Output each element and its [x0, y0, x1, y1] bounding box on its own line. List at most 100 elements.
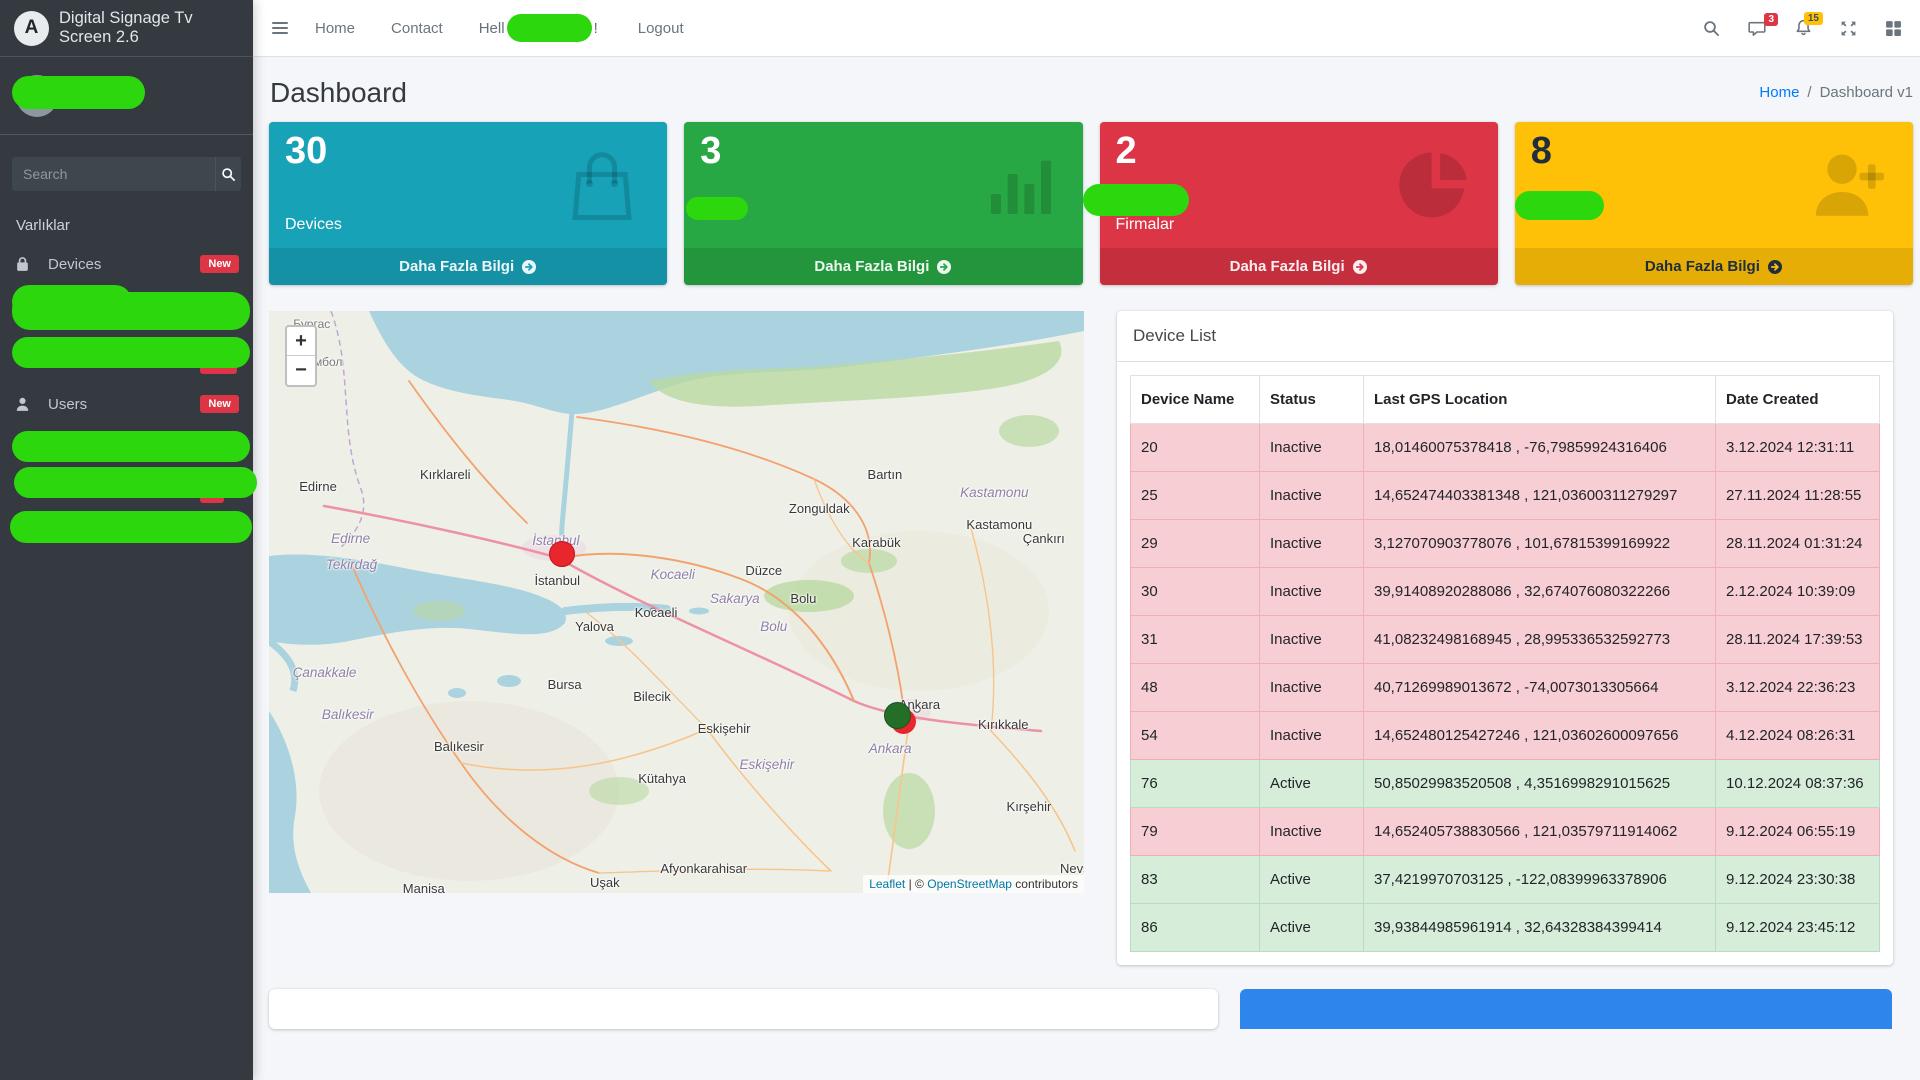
device-name-cell: 29	[1131, 520, 1260, 568]
gps-cell: 40,71269989013672 , -74,0073013305664	[1364, 664, 1716, 712]
table-row: 30Inactive39,91408920288086 , 32,6740760…	[1131, 568, 1880, 616]
date-cell: 9.12.2024 23:30:38	[1716, 856, 1880, 904]
redaction-blob	[12, 76, 145, 109]
redaction-blob	[12, 292, 250, 330]
status-cell: Active	[1260, 760, 1364, 808]
sidebar-item-label: Users	[48, 396, 87, 413]
date-cell: 4.12.2024 08:26:31	[1716, 712, 1880, 760]
map-label: Kocaeli	[651, 567, 695, 582]
gps-cell: 37,4219970703125 , -122,08399963378906	[1364, 856, 1716, 904]
gps-cell: 14,652474403381348 , 121,03600311279297	[1364, 472, 1716, 520]
more-info-link[interactable]: Daha Fazla Bilgi	[684, 248, 1082, 285]
map-label: Karabük	[852, 535, 900, 550]
gps-cell: 3,127070903778076 , 101,67815399169922	[1364, 520, 1716, 568]
table-row: 76Active50,85029983520508 , 4,3516998291…	[1131, 760, 1880, 808]
map-label: Manisa	[403, 881, 445, 893]
fullscreen-icon[interactable]	[1840, 20, 1857, 37]
nav-link-logout[interactable]: Logout	[638, 20, 684, 37]
lock-icon	[14, 256, 38, 273]
gps-cell: 39,91408920288086 , 32,674076080322266	[1364, 568, 1716, 616]
gps-cell: 14,652405738830566 , 121,03579711914062	[1364, 808, 1716, 856]
top-navbar: Home Contact Hell ! Logout 3 15	[253, 0, 1920, 57]
map-attribution: Leaflet | © OpenStreetMap contributors	[863, 875, 1084, 893]
status-cell: Inactive	[1260, 664, 1364, 712]
arrow-circle-right-icon	[1767, 259, 1783, 275]
sidebar-item-devices[interactable]: Devices New	[0, 244, 253, 284]
sidebar-item-users[interactable]: Users New	[0, 384, 253, 424]
greeting-prefix: Hell	[479, 20, 505, 37]
breadcrumb-home-link[interactable]: Home	[1759, 84, 1799, 101]
person-plus-icon	[1807, 144, 1891, 228]
nav-link-home[interactable]: Home	[315, 20, 355, 37]
brand-logo-icon: A	[14, 11, 49, 46]
map-label: Nevş	[1060, 861, 1084, 876]
sidebar-item-label: Devices	[48, 256, 101, 273]
openstreetmap-link[interactable]: OpenStreetMap	[927, 877, 1012, 891]
gps-cell: 50,85029983520508 , 4,3516998291015625	[1364, 760, 1716, 808]
table-row: 83Active37,4219970703125 , -122,08399963…	[1131, 856, 1880, 904]
col-date: Date Created	[1716, 376, 1880, 424]
nav-greeting: Hell !	[479, 14, 598, 42]
bottom-card-right-header	[1240, 989, 1892, 1029]
nav-link-contact[interactable]: Contact	[391, 20, 443, 37]
info-boxes-row: 30 Devices Daha Fazla Bilgi 3 Daha Fazla…	[253, 122, 1920, 285]
device-table-body: 20Inactive18,01460075378418 , -76,798599…	[1131, 424, 1880, 952]
zoom-in-button[interactable]: +	[287, 327, 315, 356]
more-info-label: Daha Fazla Bilgi	[399, 258, 514, 275]
more-info-label: Daha Fazla Bilgi	[1645, 258, 1760, 275]
navbar-right-icons: 3 15	[1703, 19, 1902, 37]
device-name-cell: 25	[1131, 472, 1260, 520]
map-label: Bolu	[790, 591, 816, 606]
map-label: Sakarya	[710, 591, 760, 606]
search-button[interactable]	[215, 157, 241, 191]
device-name-cell: 30	[1131, 568, 1260, 616]
arrow-circle-right-icon	[936, 259, 952, 275]
content-header: Dashboard Home / Dashboard v1	[253, 57, 1920, 122]
new-badge: New	[200, 395, 239, 413]
status-cell: Inactive	[1260, 712, 1364, 760]
device-name-cell: 83	[1131, 856, 1260, 904]
map-marker-ankara[interactable]	[884, 702, 911, 729]
redaction-blob	[1083, 184, 1189, 216]
device-name-cell: 86	[1131, 904, 1260, 952]
map-label: Düzce	[745, 563, 782, 578]
status-cell: Inactive	[1260, 808, 1364, 856]
messages-icon[interactable]: 3	[1748, 20, 1767, 37]
table-row: 25Inactive14,652474403381348 , 121,03600…	[1131, 472, 1880, 520]
date-cell: 27.11.2024 11:28:55	[1716, 472, 1880, 520]
more-info-link[interactable]: Daha Fazla Bilgi	[1100, 248, 1498, 285]
status-cell: Inactive	[1260, 472, 1364, 520]
date-cell: 28.11.2024 01:31:24	[1716, 520, 1880, 568]
status-cell: Inactive	[1260, 424, 1364, 472]
map-marker-istanbul[interactable]	[549, 541, 575, 567]
bottom-card-left	[269, 989, 1218, 1029]
new-badge: New	[200, 255, 239, 273]
map-label: İstanbul	[534, 573, 580, 588]
grid-menu-icon[interactable]	[1885, 20, 1902, 37]
status-cell: Inactive	[1260, 568, 1364, 616]
date-cell: 28.11.2024 17:39:53	[1716, 616, 1880, 664]
attribution-contributors: contributors	[1015, 877, 1078, 891]
main-row: БургасЯмболEdirneEdirneKırklareliTekirda…	[253, 285, 1920, 965]
map-label: Kırşehir	[1007, 799, 1052, 814]
map-label: Kütahya	[638, 771, 686, 786]
table-header-row: Device Name Status Last GPS Location Dat…	[1131, 376, 1880, 424]
search-input[interactable]	[12, 157, 215, 191]
zoom-out-button[interactable]: −	[287, 356, 315, 385]
brand[interactable]: A Digital Signage Tv Screen 2.6	[0, 0, 253, 57]
more-info-link[interactable]: Daha Fazla Bilgi	[1515, 248, 1913, 285]
map-label: Kocaeli	[635, 605, 678, 620]
search-icon[interactable]	[1703, 20, 1720, 37]
breadcrumb-separator: /	[1807, 84, 1811, 101]
redaction-blob	[10, 511, 252, 543]
notifications-bell-icon[interactable]: 15	[1795, 19, 1812, 37]
redaction-blob	[1515, 191, 1604, 220]
map-label: Uşak	[590, 875, 620, 890]
map-label: Edirne	[299, 479, 337, 494]
info-box-label	[700, 234, 1066, 238]
leaflet-link[interactable]: Leaflet	[869, 877, 905, 891]
date-cell: 9.12.2024 06:55:19	[1716, 808, 1880, 856]
more-info-link[interactable]: Daha Fazla Bilgi	[269, 248, 667, 285]
hamburger-menu-icon[interactable]	[271, 20, 289, 36]
leaflet-map[interactable]: БургасЯмболEdirneEdirneKırklareliTekirda…	[269, 311, 1084, 893]
